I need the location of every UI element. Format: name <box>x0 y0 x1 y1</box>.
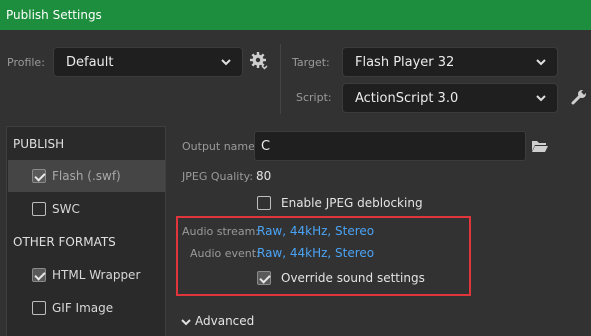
jpeg-quality-value[interactable]: 80 <box>256 169 271 183</box>
publish-section-header: PUBLISH <box>13 137 65 151</box>
jpeg-deblocking-checkbox[interactable] <box>257 196 271 210</box>
override-sound-checkbox[interactable] <box>257 271 271 285</box>
other-formats-header: OTHER FORMATS <box>13 235 116 249</box>
sidebar-item-label: HTML Wrapper <box>52 268 141 282</box>
audio-stream-link[interactable]: Raw, 44kHz, Stereo <box>257 224 374 238</box>
sidebar-item-html-wrapper[interactable]: HTML Wrapper <box>8 259 165 291</box>
audio-event-link[interactable]: Raw, 44kHz, Stereo <box>257 246 374 260</box>
audio-event-label: Audio event: <box>190 247 260 260</box>
chevron-down-icon <box>536 59 546 66</box>
output-name-input[interactable]: C <box>254 131 526 161</box>
window-title: Publish Settings <box>6 8 102 22</box>
profile-dropdown[interactable]: Default <box>53 47 243 77</box>
jpeg-deblocking-label: Enable JPEG deblocking <box>281 196 423 210</box>
script-dropdown[interactable]: ActionScript 3.0 <box>342 83 558 113</box>
override-sound-label: Override sound settings <box>281 271 425 285</box>
advanced-label: Advanced <box>195 314 255 328</box>
target-label: Target: <box>292 56 330 69</box>
sidebar-item-swc[interactable]: SWC <box>8 193 165 225</box>
advanced-section-toggle[interactable]: Advanced <box>180 313 270 331</box>
sidebar-item-label: Flash (.swf) <box>52 169 121 183</box>
target-value: Flash Player 32 <box>355 55 455 70</box>
gif-image-checkbox[interactable] <box>32 301 46 315</box>
flash-checkbox[interactable] <box>32 169 46 183</box>
header-divider <box>280 44 281 114</box>
profile-value: Default <box>66 55 114 70</box>
chevron-down-icon <box>181 319 191 326</box>
script-value: ActionScript 3.0 <box>355 91 459 106</box>
script-label: Script: <box>296 91 332 104</box>
browse-folder-button[interactable] <box>531 138 549 154</box>
sidebar-item-flash[interactable]: Flash (.swf) <box>8 160 165 192</box>
title-bar: Publish Settings <box>0 0 591 30</box>
wrench-icon <box>571 89 587 105</box>
html-wrapper-checkbox[interactable] <box>32 268 46 282</box>
sidebar-item-label: SWC <box>52 202 80 216</box>
target-dropdown[interactable]: Flash Player 32 <box>342 47 558 77</box>
folder-icon <box>532 141 548 152</box>
jpeg-quality-label: JPEG Quality: <box>182 170 254 183</box>
profile-label: Profile: <box>7 56 45 69</box>
chevron-down-icon <box>536 95 546 102</box>
sidebar-item-label: GIF Image <box>52 301 114 315</box>
format-sidebar: PUBLISH Flash (.swf) SWC OTHER FORMATS H… <box>6 126 166 336</box>
profile-options-button[interactable] <box>249 51 269 71</box>
sidebar-item-gif-image[interactable]: GIF Image <box>8 292 165 324</box>
swc-checkbox[interactable] <box>32 202 46 216</box>
audio-stream-label: Audio stream: <box>182 225 260 238</box>
gear-icon <box>250 52 268 70</box>
output-name-value: C <box>261 139 271 154</box>
script-settings-button[interactable] <box>570 88 588 106</box>
chevron-down-icon <box>221 59 231 66</box>
output-name-label: Output name: <box>182 140 259 153</box>
